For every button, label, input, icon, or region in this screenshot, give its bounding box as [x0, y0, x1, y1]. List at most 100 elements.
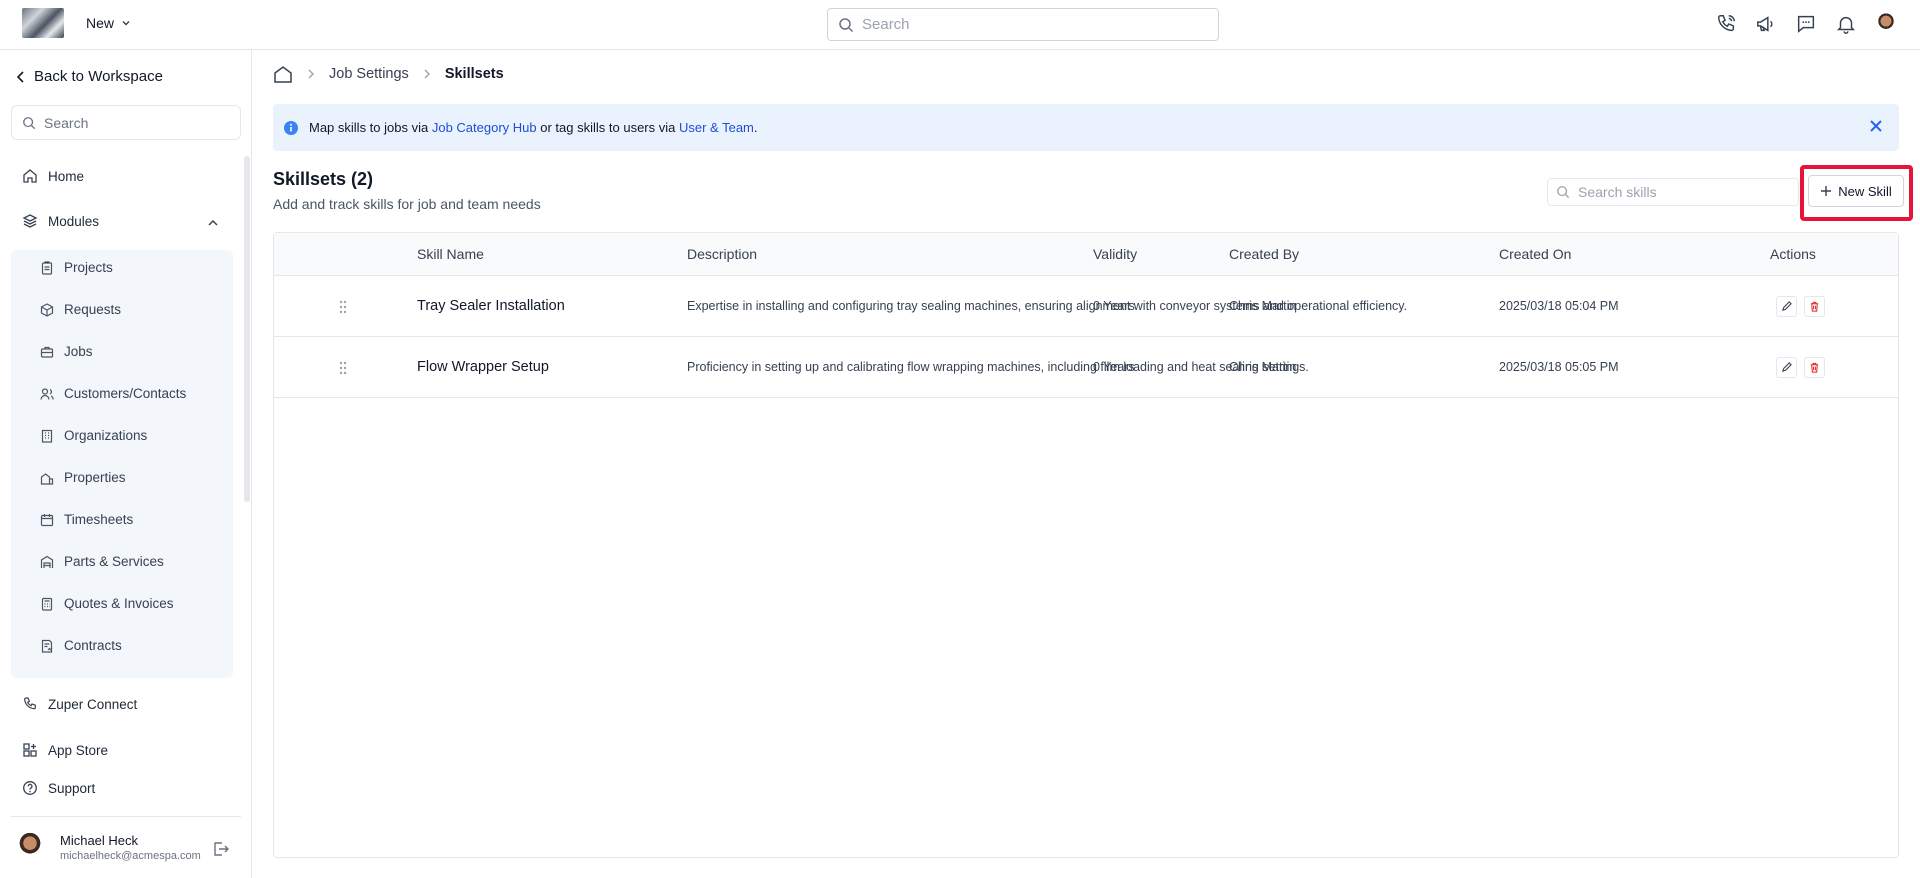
- table-row[interactable]: Flow Wrapper Setup Proficiency in settin…: [274, 337, 1898, 398]
- sidebar-item-label: Timesheets: [64, 512, 134, 527]
- sidebar-item-label: Organizations: [64, 428, 148, 443]
- briefcase-icon: [40, 346, 54, 358]
- back-to-workspace-label: Back to Workspace: [34, 68, 163, 85]
- sidebar-item-label: Properties: [64, 470, 126, 485]
- skill-search[interactable]: [1547, 178, 1799, 206]
- bell-icon[interactable]: [1834, 12, 1858, 36]
- header-created-on[interactable]: Created On: [1499, 246, 1571, 262]
- breadcrumb: Job Settings Skillsets: [273, 65, 504, 83]
- pencil-icon: [1781, 362, 1792, 373]
- delete-button[interactable]: [1804, 357, 1825, 378]
- table-header: Skill Name Description Validity Created …: [274, 233, 1898, 276]
- new-skill-label: New Skill: [1838, 183, 1892, 199]
- sidebar-item-properties[interactable]: Properties: [40, 470, 126, 485]
- home-icon: [23, 169, 37, 183]
- sidebar-item-parts-services[interactable]: Parts & Services: [40, 554, 164, 569]
- sidebar-item-support[interactable]: Support: [22, 780, 95, 796]
- sidebar-item-contracts[interactable]: Contracts: [40, 638, 122, 653]
- calendar-icon: [40, 513, 54, 526]
- layers-icon: [22, 214, 38, 228]
- apps-grid-icon: [23, 743, 37, 757]
- header-description[interactable]: Description: [687, 246, 757, 262]
- megaphone-icon[interactable]: [1754, 12, 1778, 36]
- avatar: [14, 831, 46, 863]
- property-icon: [40, 472, 54, 485]
- close-icon[interactable]: [1867, 117, 1885, 135]
- breadcrumb-skillsets: Skillsets: [444, 66, 504, 82]
- skill-name[interactable]: Flow Wrapper Setup: [417, 359, 549, 375]
- skill-created-on: 2025/03/18 05:04 PM: [1499, 299, 1619, 313]
- top-bar: New: [0, 0, 1920, 50]
- skill-name[interactable]: Tray Sealer Installation: [417, 298, 565, 314]
- header-validity[interactable]: Validity: [1093, 246, 1137, 262]
- sidebar-item-quotes-invoices[interactable]: Quotes & Invoices: [40, 596, 174, 611]
- sidebar-item-home[interactable]: Home: [22, 168, 84, 184]
- header-skill-name[interactable]: Skill Name: [417, 246, 484, 262]
- sidebar-scrollbar[interactable]: [244, 156, 250, 502]
- user-profile[interactable]: Michael Heck michaelheck@acmespa.com: [14, 831, 201, 863]
- phone-icon: [24, 697, 36, 710]
- chevron-right-icon: [308, 69, 314, 79]
- user-team-link[interactable]: User & Team: [679, 120, 754, 135]
- global-search[interactable]: [827, 8, 1219, 41]
- header-created-by[interactable]: Created By: [1229, 246, 1299, 262]
- sidebar-search-input[interactable]: [44, 114, 224, 131]
- job-category-hub-link[interactable]: Job Category Hub: [432, 120, 537, 135]
- sidebar-item-label: Requests: [64, 302, 122, 317]
- breadcrumb-job-settings[interactable]: Job Settings: [329, 66, 409, 82]
- new-dropdown-label: New: [86, 15, 115, 31]
- chevron-up-icon[interactable]: [206, 216, 220, 230]
- phone-icon[interactable]: [1714, 12, 1738, 36]
- chevron-left-icon: [16, 70, 24, 83]
- sidebar-search[interactable]: [11, 105, 241, 140]
- divider: [11, 816, 241, 817]
- company-logo[interactable]: [22, 8, 64, 38]
- skills-table: Skill Name Description Validity Created …: [273, 232, 1899, 858]
- plus-icon: [1821, 186, 1832, 196]
- edit-button[interactable]: [1776, 296, 1797, 317]
- trash-icon: [1810, 301, 1819, 312]
- logout-icon[interactable]: [212, 840, 230, 858]
- sidebar-item-label: Jobs: [64, 344, 93, 359]
- sidebar-item-app-store[interactable]: App Store: [22, 742, 108, 758]
- pencil-icon: [1781, 301, 1792, 312]
- skill-created-on: 2025/03/18 05:05 PM: [1499, 360, 1619, 374]
- sidebar-item-requests[interactable]: Requests: [40, 302, 121, 317]
- sidebar-item-label: Modules: [48, 213, 100, 229]
- building-icon: [41, 429, 53, 443]
- skill-search-input[interactable]: [1578, 184, 1778, 200]
- sidebar-item-modules[interactable]: Modules: [22, 213, 99, 229]
- page-title: Skillsets (2): [273, 169, 374, 189]
- user-name: Michael Heck: [60, 832, 139, 848]
- search-icon: [839, 17, 854, 32]
- info-text-prefix: Map skills to jobs via: [309, 120, 429, 135]
- sidebar-item-label: Support: [48, 780, 96, 796]
- sidebar-item-timesheets[interactable]: Timesheets: [40, 512, 133, 527]
- home-icon[interactable]: [273, 65, 293, 83]
- info-text-suffix: .: [753, 120, 758, 135]
- contract-icon: [41, 639, 53, 653]
- chat-icon[interactable]: [1794, 12, 1818, 36]
- clipboard-icon: [41, 260, 53, 275]
- sidebar-item-customers-contacts[interactable]: Customers/Contacts: [40, 386, 186, 401]
- calculator-icon: [41, 597, 53, 611]
- drag-handle-icon[interactable]: [338, 360, 348, 376]
- info-text-middle: or tag skills to users via: [540, 120, 676, 135]
- sidebar-item-projects[interactable]: Projects: [40, 260, 113, 275]
- skill-description: Proficiency in setting up and calibratin…: [687, 360, 1309, 374]
- back-to-workspace-link[interactable]: Back to Workspace: [16, 68, 163, 85]
- table-row[interactable]: Tray Sealer Installation Expertise in in…: [274, 276, 1898, 337]
- delete-button[interactable]: [1804, 296, 1825, 317]
- sidebar-item-organizations[interactable]: Organizations: [40, 428, 147, 443]
- drag-handle-icon[interactable]: [338, 299, 348, 315]
- chevron-right-icon: [424, 69, 430, 79]
- global-search-input[interactable]: [862, 16, 1202, 33]
- sidebar-item-label: Zuper Connect: [48, 696, 138, 712]
- top-icons: [1714, 12, 1898, 36]
- edit-button[interactable]: [1776, 357, 1797, 378]
- sidebar-item-jobs[interactable]: Jobs: [40, 344, 93, 359]
- new-skill-button[interactable]: New Skill: [1808, 175, 1904, 207]
- new-dropdown[interactable]: New: [86, 15, 132, 31]
- sidebar-item-zuper-connect[interactable]: Zuper Connect: [22, 696, 137, 712]
- user-avatar[interactable]: [1874, 12, 1898, 36]
